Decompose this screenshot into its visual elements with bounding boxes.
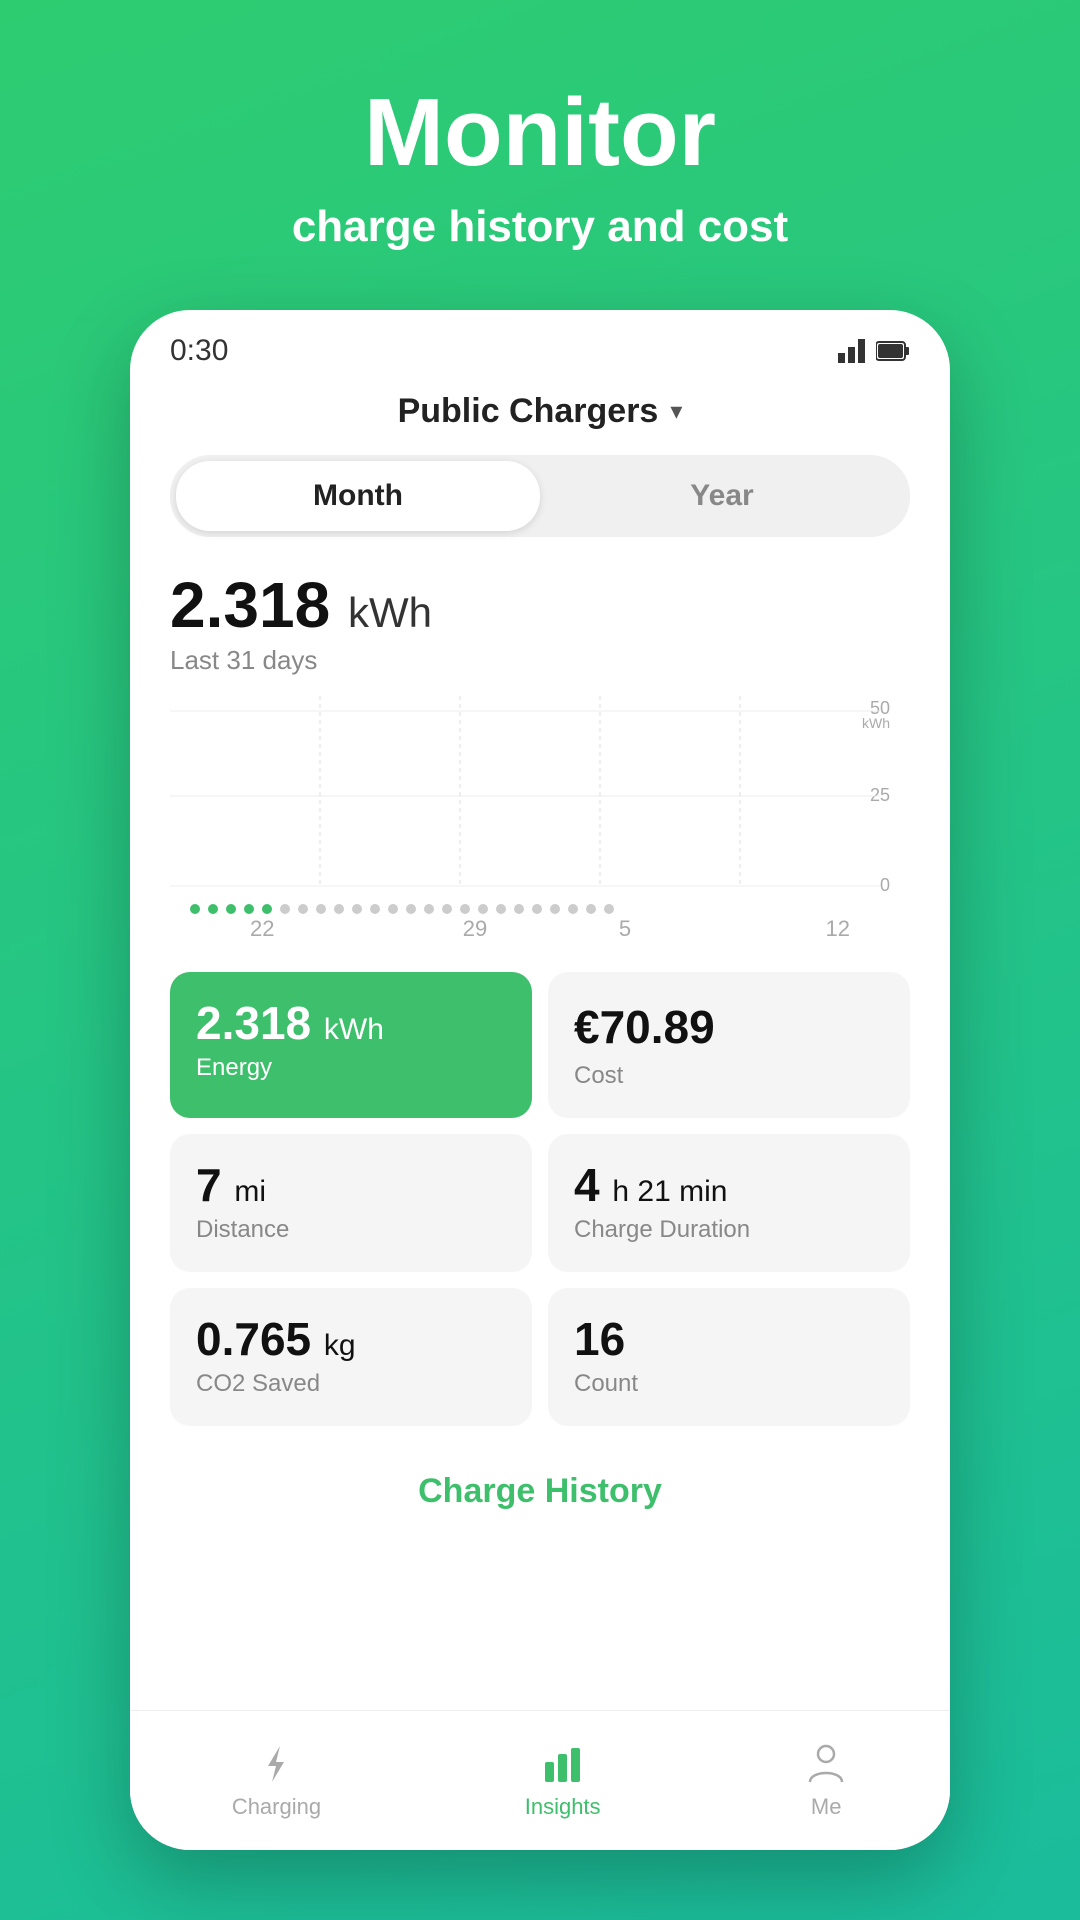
chart-x-29: 29 xyxy=(400,916,550,942)
svg-text:25: 25 xyxy=(870,785,890,805)
bottom-nav: Charging Insights Me xyxy=(130,1710,950,1850)
energy-stat-label: Energy xyxy=(196,1054,506,1082)
charge-history-button[interactable]: Charge History xyxy=(418,1472,662,1510)
tab-switcher: Month Year xyxy=(170,455,910,537)
charger-name: Public Chargers xyxy=(398,392,659,431)
stats-row-3: 0.765 kg CO2 Saved 16 Count xyxy=(170,1288,910,1426)
energy-unit: kWh xyxy=(348,589,432,636)
cost-value: €70.89 xyxy=(574,1000,884,1054)
chart-x-12: 12 xyxy=(700,916,850,942)
co2-label: CO2 Saved xyxy=(196,1370,506,1398)
person-icon xyxy=(804,1742,848,1786)
status-bar: 0:30 xyxy=(130,310,950,378)
nav-label-insights: Insights xyxy=(525,1794,601,1820)
stat-distance[interactable]: 7 mi Distance xyxy=(170,1134,532,1272)
duration-unit: h 21 min xyxy=(612,1175,727,1208)
bar-chart-icon xyxy=(541,1742,585,1786)
page-title: Monitor xyxy=(0,80,1080,186)
charge-history-section: Charge History xyxy=(170,1442,910,1531)
stats-row-2: 7 mi Distance 4 h 21 min Charge Duration xyxy=(170,1134,910,1272)
distance-unit: mi xyxy=(234,1175,266,1208)
tab-month[interactable]: Month xyxy=(176,461,540,531)
phone-frame: 0:30 Public Chargers ▾ Month xyxy=(130,310,950,1850)
tab-year[interactable]: Year xyxy=(540,461,904,531)
co2-unit: kg xyxy=(324,1329,356,1362)
nav-label-charging: Charging xyxy=(232,1794,321,1820)
chart-x-5: 5 xyxy=(550,916,700,942)
chevron-down-icon: ▾ xyxy=(670,397,682,426)
distance-label: Distance xyxy=(196,1216,506,1244)
status-time: 0:30 xyxy=(170,334,228,368)
svg-text:0: 0 xyxy=(880,875,890,895)
energy-stat-value: 2.318 xyxy=(196,997,311,1049)
charger-selector[interactable]: Public Chargers ▾ xyxy=(170,392,910,431)
count-value: 16 xyxy=(574,1313,625,1365)
cost-label: Cost xyxy=(574,1062,884,1090)
nav-label-me: Me xyxy=(811,1794,842,1820)
stat-cost[interactable]: €70.89 Cost xyxy=(548,972,910,1118)
energy-display: 2.318 kWh Last 31 days xyxy=(170,573,910,676)
signal-icon xyxy=(838,339,866,363)
stat-duration[interactable]: 4 h 21 min Charge Duration xyxy=(548,1134,910,1272)
stat-count[interactable]: 16 Count xyxy=(548,1288,910,1426)
svg-text:kWh: kWh xyxy=(862,715,890,731)
nav-item-charging[interactable]: Charging xyxy=(232,1742,321,1820)
stat-co2[interactable]: 0.765 kg CO2 Saved xyxy=(170,1288,532,1426)
energy-stat-unit: kWh xyxy=(324,1013,384,1046)
chart-dots xyxy=(170,904,910,914)
battery-icon xyxy=(876,339,910,363)
energy-period: Last 31 days xyxy=(170,645,910,676)
count-label: Count xyxy=(574,1370,884,1398)
duration-label: Charge Duration xyxy=(574,1216,884,1244)
status-icons xyxy=(838,339,910,363)
page-subtitle: charge history and cost xyxy=(0,202,1080,252)
nav-item-insights[interactable]: Insights xyxy=(525,1742,601,1820)
nav-item-me[interactable]: Me xyxy=(804,1742,848,1820)
duration-value: 4 xyxy=(574,1159,600,1211)
bolt-icon xyxy=(254,1742,298,1786)
distance-value: 7 xyxy=(196,1159,222,1211)
stat-energy[interactable]: 2.318 kWh Energy xyxy=(170,972,532,1118)
co2-value: 0.765 xyxy=(196,1313,311,1365)
header-section: Monitor charge history and cost xyxy=(0,0,1080,312)
stats-row-1: 2.318 kWh Energy €70.89 Cost xyxy=(170,972,910,1118)
chart-x-22: 22 xyxy=(250,916,400,942)
energy-number: 2.318 xyxy=(170,569,330,641)
chart-x-labels: 22 29 5 12 xyxy=(170,916,910,942)
chart-area: 50 25 0 kWh xyxy=(170,696,910,896)
